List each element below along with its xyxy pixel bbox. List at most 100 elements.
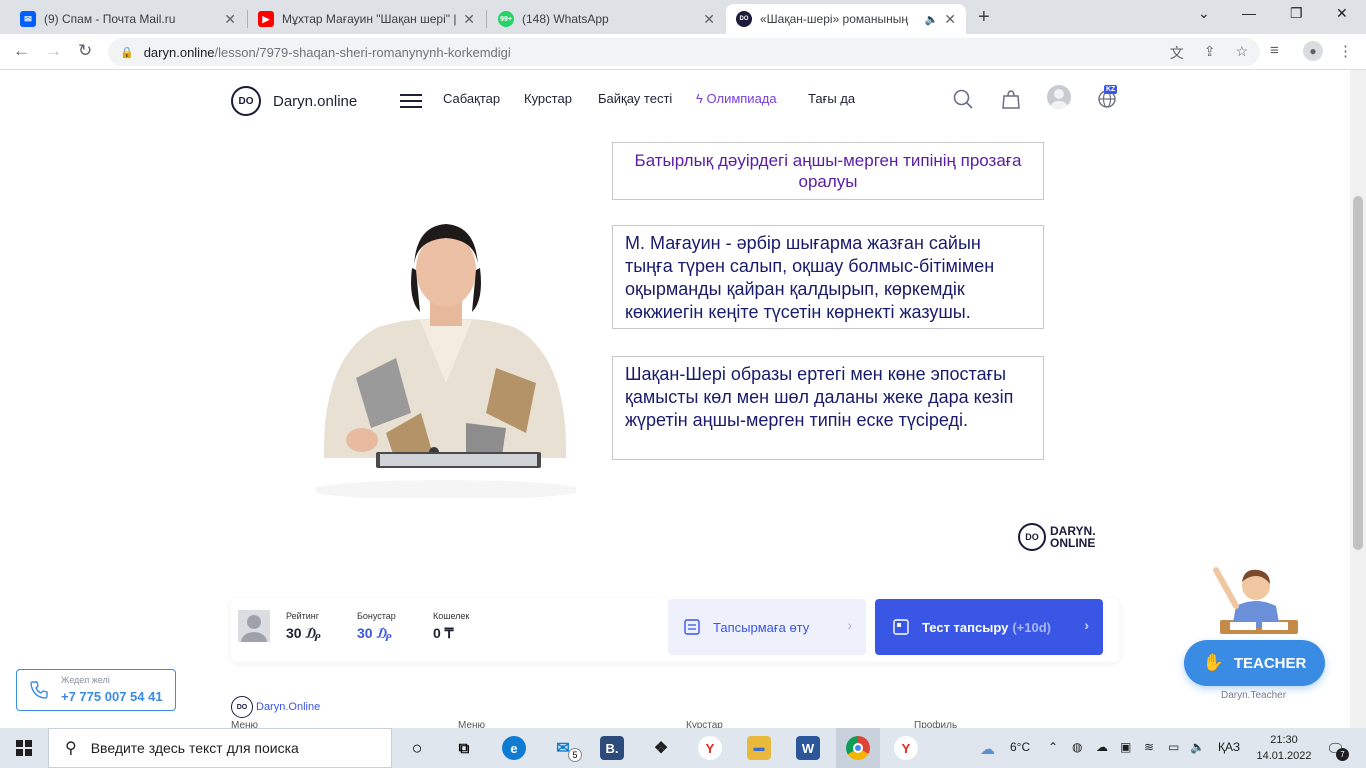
language-indicator[interactable]: ҚАЗ xyxy=(1218,740,1240,754)
back-button[interactable]: ← xyxy=(13,41,30,61)
security-icon[interactable]: ▣ xyxy=(1120,740,1131,754)
task-list-icon xyxy=(684,619,700,635)
chrome-icon[interactable] xyxy=(846,736,870,760)
taskbar-search-placeholder: Введите здесь текст для поиска xyxy=(90,740,299,756)
wifi-icon[interactable]: ≋ xyxy=(1144,740,1154,754)
task-view-icon[interactable]: ⧉ xyxy=(452,736,476,760)
close-tab-icon[interactable]: ✕ xyxy=(463,11,475,28)
rating-value: 30 ₯ xyxy=(286,625,321,641)
go-to-tasks-button[interactable]: Тапсырмаға өту › xyxy=(668,599,866,655)
tab-mail[interactable]: ✉ (9) Спам - Почта Mail.ru ✕ xyxy=(10,4,246,34)
volume-icon[interactable]: 🔈 xyxy=(1190,740,1205,754)
nav-lessons[interactable]: Сабақтар xyxy=(443,91,500,106)
close-tab-icon[interactable]: ✕ xyxy=(703,11,715,28)
cortana-icon[interactable]: ○ xyxy=(405,736,429,760)
close-tab-icon[interactable]: ✕ xyxy=(224,11,236,28)
weather-temp[interactable]: 6°C xyxy=(1010,740,1030,754)
footer-col-menu-2: Меню xyxy=(458,720,486,728)
logo-mark: DO xyxy=(231,86,261,116)
nav-courses[interactable]: Курстар xyxy=(524,91,572,106)
window-close-button[interactable]: ✕ xyxy=(1336,5,1348,22)
whatsapp-icon: 99+ xyxy=(498,11,514,27)
footer-logo[interactable]: DO Daryn.Online xyxy=(231,696,320,718)
tab-youtube[interactable]: ▶ Мұхтар Мағауин "Шақан шері" | ✕ xyxy=(248,4,485,34)
tab-title: (9) Спам - Почта Mail.ru xyxy=(44,12,176,26)
nav-olympiad[interactable]: ϟ Олимпиада xyxy=(696,91,777,106)
wallet-label: Кошелек xyxy=(433,611,470,621)
word-icon[interactable]: W xyxy=(796,736,820,760)
lock-icon[interactable]: 🔒 xyxy=(120,46,134,59)
browser-toolbar: ← → ↻ 🔒 daryn.online /lesson/7979-shaqan… xyxy=(0,34,1366,70)
system-clock[interactable]: 21:30 14.01.2022 xyxy=(1254,732,1314,764)
tray-expand-icon[interactable]: ⌃ xyxy=(1048,740,1058,754)
slide-paragraph-1: М. Мағауин - әрбір шығарма жазған сайын … xyxy=(612,225,1044,329)
dropbox-icon[interactable]: ❖ xyxy=(649,736,673,760)
take-test-button[interactable]: Тест тапсыру (+10d) › xyxy=(875,599,1103,655)
tray-app-icon[interactable]: ◍ xyxy=(1072,740,1082,754)
hotline-label: Жедел желі xyxy=(61,675,110,685)
translate-icon[interactable]: 文 xyxy=(1170,43,1184,63)
bonus-label: Бонустар xyxy=(357,611,396,621)
go-to-tasks-label: Тапсырмаға өту xyxy=(713,619,810,635)
nav-more[interactable]: Тағы да xyxy=(808,91,855,106)
presenter-video-frame[interactable] xyxy=(316,208,576,498)
kebab-menu-icon[interactable]: ⋮ xyxy=(1338,42,1353,60)
take-test-label: Тест тапсыру xyxy=(922,619,1009,635)
close-tab-icon[interactable]: ✕ xyxy=(944,11,956,28)
footer-col-courses: Курстар xyxy=(686,720,723,728)
tab-search-icon[interactable]: ⌄ xyxy=(1198,5,1210,22)
taskbar-search-box[interactable]: ⚲ Введите здесь текст для поиска xyxy=(48,728,392,768)
user-photo xyxy=(238,610,270,642)
speaker-icon[interactable]: 🔈 xyxy=(925,13,939,26)
user-stats-bar: Рейтинг 30 ₯ Бонустар 30 ₯ Кошелек 0 ₸ Т… xyxy=(231,598,1119,662)
clock-time: 21:30 xyxy=(1270,734,1298,746)
scrollbar-thumb[interactable] xyxy=(1353,196,1363,550)
daryn-icon: DO xyxy=(736,11,752,27)
footer-col-profile: Профиль xyxy=(914,720,958,728)
hand-icon: ✋ xyxy=(1202,653,1224,672)
chevron-right-icon: › xyxy=(847,617,852,633)
youtube-icon: ▶ xyxy=(258,11,274,27)
battery-icon[interactable]: ▭ xyxy=(1168,740,1179,754)
search-icon[interactable] xyxy=(950,86,976,112)
address-bar[interactable]: 🔒 daryn.online /lesson/7979-shaqan-sheri… xyxy=(108,38,1260,66)
minimize-button[interactable]: — xyxy=(1242,5,1256,21)
windows-taskbar: ⚲ Введите здесь текст для поиска ○ ⧉ e ✉… xyxy=(0,728,1366,768)
tab-daryn-active[interactable]: DO «Шақан-шері» романының 🔈 ✕ xyxy=(726,4,966,34)
url-path: /lesson/7979-shaqan-sheri-romanynynh-kor… xyxy=(214,44,511,60)
shopping-bag-icon[interactable] xyxy=(998,86,1024,112)
bookmark-star-icon[interactable]: ☆ xyxy=(1235,43,1248,63)
tab-whatsapp[interactable]: 99+ (148) WhatsApp ✕ xyxy=(488,4,725,34)
tab-title: Мұхтар Мағауин "Шақан шері" | xyxy=(282,12,457,26)
maximize-button[interactable]: ❐ xyxy=(1290,5,1303,22)
page-scrollbar[interactable] xyxy=(1350,70,1366,728)
hotline-number: +7 775 007 54 41 xyxy=(61,689,163,704)
profile-icon[interactable]: ● xyxy=(1303,41,1323,61)
nav-trial-test[interactable]: Байқау тесті xyxy=(598,91,672,106)
lightning-icon: ϟ xyxy=(696,91,703,106)
menu-icon[interactable] xyxy=(400,94,422,112)
tab-title: (148) WhatsApp xyxy=(522,12,609,26)
yandex-icon[interactable]: Y xyxy=(894,736,918,760)
reload-button[interactable]: ↻ xyxy=(78,41,92,61)
hotline-widget[interactable]: Жедел желі +7 775 007 54 41 xyxy=(16,669,176,711)
user-avatar-icon[interactable] xyxy=(1047,85,1071,109)
mail-badge: 5 xyxy=(568,748,582,762)
site-logo[interactable]: DO Daryn.online xyxy=(231,86,357,116)
yandex-browser-icon[interactable]: Y xyxy=(698,736,722,760)
edge-icon[interactable]: e xyxy=(502,736,526,760)
onedrive-icon[interactable]: ☁ xyxy=(1096,740,1108,754)
teacher-button[interactable]: ✋ TEACHER xyxy=(1184,640,1325,686)
new-tab-button[interactable]: + xyxy=(978,6,990,29)
share-icon[interactable]: ⇪ xyxy=(1204,43,1216,63)
bonus-value: 30 ₯ xyxy=(357,625,392,641)
teacher-caption: Daryn.Teacher xyxy=(1221,690,1287,701)
bitrix-icon[interactable]: B. xyxy=(600,736,624,760)
web-page: DO Daryn.online Сабақтар Курстар Байқау … xyxy=(0,70,1350,728)
forward-button[interactable]: → xyxy=(45,41,62,61)
footer-col-menu: Меню xyxy=(231,720,259,728)
file-explorer-icon[interactable]: ▬ xyxy=(747,736,771,760)
weather-icon[interactable]: ☁ xyxy=(980,740,995,758)
windows-start-icon[interactable] xyxy=(16,740,32,756)
reading-list-icon[interactable]: ≡ xyxy=(1270,42,1279,59)
